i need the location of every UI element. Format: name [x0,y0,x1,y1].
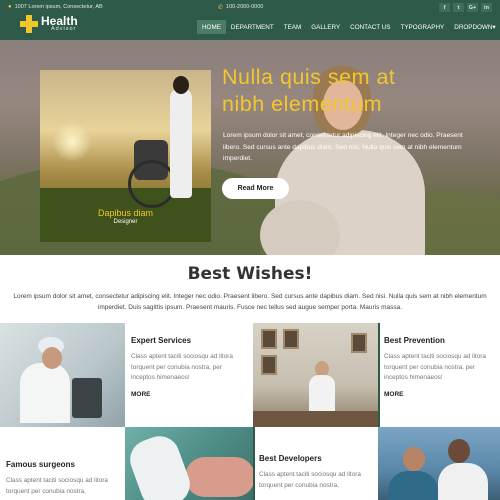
linkedin-icon[interactable]: in [481,3,492,12]
logo-tagline: Advisor [51,26,77,33]
doctor-scrubs [388,471,438,500]
desk [253,411,378,427]
tile-expert-services: Expert Services Class aptent taciti soci… [125,323,253,427]
tile-title: Famous surgeons [6,460,75,469]
nav-typography[interactable]: TYPOGRAPHY [396,20,450,34]
more-link[interactable]: MORE [131,391,247,398]
caption-role: Designer [113,219,138,225]
photo-caregiver-head [173,76,189,94]
nav-team[interactable]: TEAM [279,20,307,34]
hero-title-line2: nibh elementum [222,92,382,116]
tile-best-prevention: Best Prevention Class aptent taciti soci… [378,323,500,427]
doctors-image [378,427,500,500]
phone-item: ✆ 100-2000-0000 [218,2,263,12]
services-grid: Expert Services Class aptent taciti soci… [0,323,500,500]
header: ● 1007 Lorem ipsum, Consectetur, AB ✆ 10… [0,0,500,40]
nav-contact-us[interactable]: CONTACT US [345,20,395,34]
tile-title: Expert Services [131,336,192,345]
wall-frame [261,355,277,375]
tile-title: Best Developers [259,454,322,463]
medical-cross-icon [20,15,38,33]
hero-banner: Dapibus diam Designer Nulla quis sem at … [0,40,500,255]
hero-caption: Dapibus diam Designer [40,208,211,225]
hero-title: Nulla quis sem at nibh elementum [222,64,482,118]
patient-skin [185,457,253,497]
map-pin-icon: ● [8,4,12,10]
phone-text: 100-2000-0000 [226,4,264,10]
nav-gallery[interactable]: GALLERY [306,20,345,34]
tile-text: Class aptent taciti sociosqu ad litora t… [384,353,486,381]
tile-accent-bar [378,323,380,427]
lab-head [42,347,62,369]
tile-best-developers: Best Developers Class aptent taciti soci… [253,427,378,500]
wall-frame [351,333,367,353]
caption-name: Dapibus diam [97,208,154,218]
section-title: Best Wishes! [187,264,313,284]
surgical-glove [125,430,196,500]
logo[interactable]: Health Advisor [20,15,78,33]
microscope [72,378,102,418]
facebook-icon[interactable]: f [439,3,450,12]
lab-image [0,323,125,427]
wall-frame [283,329,299,349]
tile-text: Class aptent taciti sociosqu ad litora t… [259,471,361,489]
tile-title: Best Prevention [384,336,445,345]
photo-sun [52,122,92,162]
lab-coat [20,363,70,423]
doctor-head [403,447,425,471]
more-link[interactable]: MORE [384,391,494,398]
contact-info-row: ● 1007 Lorem ipsum, Consectetur, AB ✆ 10… [0,2,500,12]
google-plus-icon[interactable]: G+ [467,3,478,12]
tile-text: Class aptent taciti sociosqu ad litora t… [131,353,233,381]
photo-wheel [128,160,176,208]
nav-home[interactable]: HOME [197,20,226,34]
wall-frame [261,329,277,349]
doctor-head [448,439,470,463]
nav-dropdown[interactable]: DROPDOWN▾ [449,20,500,34]
tile-famous-surgeons: Famous surgeons Class aptent taciti soci… [0,427,125,500]
address-text: 1007 Lorem ipsum, Consectetur, AB [14,4,103,10]
main-nav: HOME DEPARTMENT TEAM GALLERY CONTACT US … [197,20,500,34]
hero-text: Lorem ipsum dolor sit amet, consectetur … [223,132,463,162]
nav-department[interactable]: DEPARTMENT [226,20,279,34]
address-item: ● 1007 Lorem ipsum, Consectetur, AB [8,2,103,12]
tile-text: Class aptent taciti sociosqu ad litora t… [6,477,108,495]
hero-title-line1: Nulla quis sem at [222,65,396,89]
doctor-coat [438,463,488,500]
social-links: f t G+ in [439,3,492,12]
surgery-image [125,427,253,500]
photo-caregiver [170,88,192,198]
read-more-button[interactable]: Read More [222,178,289,199]
tile-accent-bar [253,427,255,500]
phone-icon: ✆ [218,4,224,11]
section-text: Lorem ipsum dolor sit amet, consectetur … [13,293,487,311]
twitter-icon[interactable]: t [453,3,464,12]
office-image [253,323,378,427]
